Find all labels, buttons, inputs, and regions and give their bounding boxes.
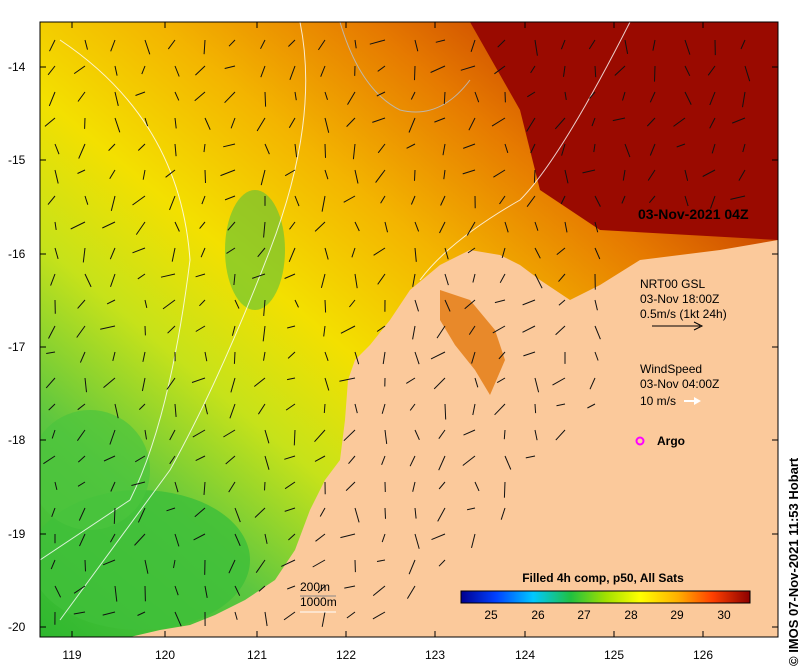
- lon-tick-label: 126: [693, 648, 713, 662]
- isobath-legend-shallow: 200m: [300, 580, 330, 594]
- current-arrow: [503, 429, 506, 440]
- colorbar-title: Filled 4h comp, p50, All Sats: [522, 571, 684, 585]
- cool-water-patch: [40, 410, 150, 530]
- cool-water-patch: [225, 190, 285, 310]
- wind-legend-time: 03-Nov 04:00Z: [640, 377, 719, 391]
- current-arrow: [264, 91, 267, 107]
- lat-tick-label: -18: [8, 433, 26, 447]
- current-arrow: [233, 351, 236, 364]
- lon-tick-label: 121: [247, 648, 267, 662]
- current-arrow: [384, 507, 386, 519]
- current-arrow: [414, 65, 416, 81]
- lat-tick-label: -16: [8, 247, 26, 261]
- lon-tick-label: 120: [155, 648, 175, 662]
- colorbar: Filled 4h comp, p50, All Sats 25 26 27 2…: [452, 569, 762, 624]
- wind-legend-scale: 10 m/s: [640, 394, 676, 408]
- current-arrow: [204, 169, 206, 184]
- current-arrow: [84, 559, 86, 572]
- current-arrow: [323, 403, 326, 414]
- lon-tick-label: 119: [62, 648, 81, 662]
- current-arrow: [113, 507, 116, 524]
- colorbar-ramp: [460, 590, 751, 604]
- current-arrow: [264, 481, 266, 491]
- lat-tick-label: -14: [8, 60, 26, 74]
- lat-tick-label: -20: [8, 620, 26, 634]
- colorbar-tick: 25: [484, 608, 498, 622]
- lon-tick-label: 122: [336, 648, 356, 662]
- colorbar-tick: 28: [624, 608, 638, 622]
- current-arrow: [534, 403, 537, 414]
- current-arrow: [324, 299, 327, 313]
- timestamp-label: 03-Nov-2021 04Z: [638, 206, 749, 222]
- lat-tick-label: -15: [8, 153, 26, 167]
- lon-tick-label: 123: [425, 648, 445, 662]
- current-legend-scale: 0.5m/s (1kt 24h): [640, 307, 727, 321]
- colorbar-tick: 26: [531, 608, 545, 622]
- colorbar-tick: 30: [717, 608, 731, 622]
- lat-tick-label: -17: [8, 340, 26, 354]
- current-arrow: [594, 65, 597, 78]
- current-arrow: [654, 65, 656, 82]
- lon-tick-label: 125: [604, 648, 624, 662]
- current-arrow: [444, 403, 447, 420]
- current-arrow: [503, 481, 506, 498]
- current-arrow: [533, 169, 536, 183]
- current-legend-title: NRT00 GSL: [640, 277, 705, 291]
- current-arrow: [443, 91, 446, 104]
- lon-tick-label: 124: [515, 648, 535, 662]
- current-legend-time: 03-Nov 18:00Z: [640, 292, 719, 306]
- credit-label: © IMOS 07-Nov-2021 11:53 Hobart: [786, 457, 801, 666]
- isobath-legend-deep: 1000m: [300, 595, 337, 609]
- lat-tick-label: -19: [8, 527, 26, 541]
- colorbar-tick: 29: [670, 608, 684, 622]
- wind-legend-title: WindSpeed: [640, 362, 702, 376]
- sst-map: -14 -15 -16 -17 -18 -19 -20 119 120 121 …: [8, 21, 779, 662]
- colorbar-tick: 27: [577, 608, 591, 622]
- current-arrow: [324, 143, 326, 158]
- argo-label: Argo: [657, 434, 685, 448]
- current-arrow: [414, 169, 416, 181]
- current-arrow: [293, 429, 296, 446]
